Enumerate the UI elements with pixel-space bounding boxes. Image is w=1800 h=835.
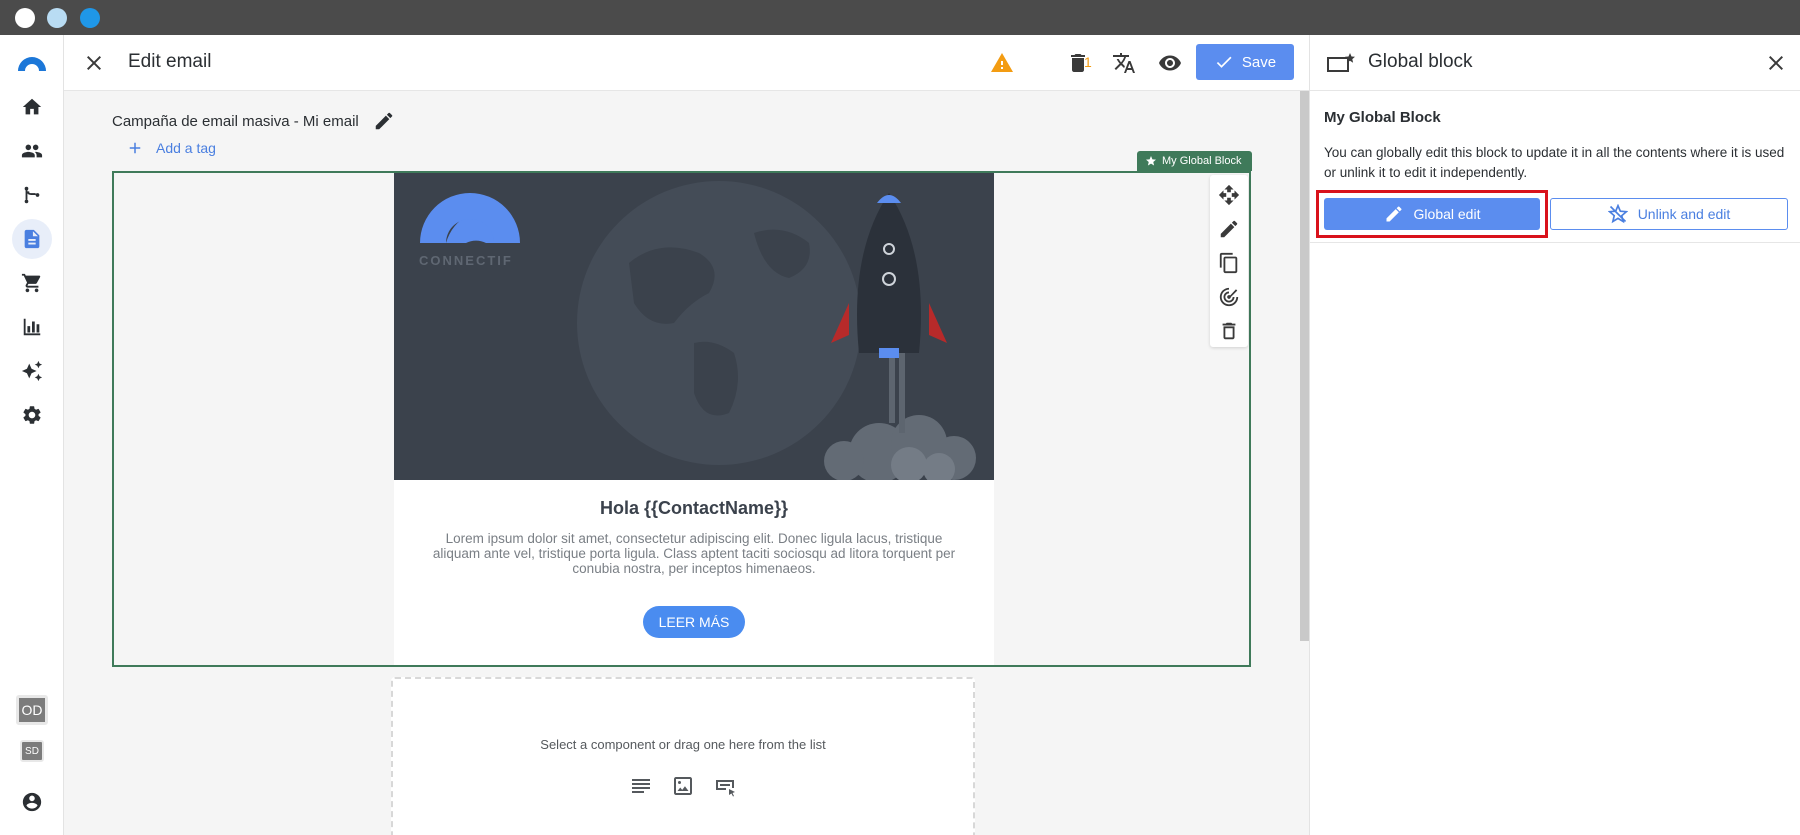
- translate-icon: [1113, 53, 1135, 73]
- email-paragraph: Lorem ipsum dolor sit amet, consectetur …: [432, 531, 956, 576]
- save-button[interactable]: Save: [1196, 44, 1294, 80]
- unlink-star-icon: [1607, 204, 1628, 224]
- preview-button[interactable]: [1156, 49, 1184, 77]
- rail-settings[interactable]: [12, 395, 52, 435]
- email-canvas: Campaña de email masiva - Mi email Add a…: [64, 91, 1309, 835]
- window-titlebar: [0, 0, 1800, 35]
- global-block-tag: My Global Block: [1137, 151, 1252, 171]
- editor-header: Edit email 1 Save: [64, 35, 1309, 91]
- delete-block-button[interactable]: [1217, 319, 1241, 343]
- rail-store[interactable]: [12, 263, 52, 303]
- close-editor-icon[interactable]: [82, 51, 106, 75]
- email-text-section: Hola {{ContactName}} Lorem ipsum dolor s…: [394, 480, 994, 665]
- add-tag-label: Add a tag: [156, 140, 216, 156]
- eye-icon: [1159, 55, 1181, 71]
- add-tag-button[interactable]: Add a tag: [126, 139, 216, 157]
- trash-outline-icon: [1222, 322, 1236, 340]
- rail-contacts[interactable]: [12, 131, 52, 171]
- edit-block-button[interactable]: [1217, 217, 1241, 241]
- button-component-icon[interactable]: [713, 774, 737, 798]
- copy-icon: [1219, 252, 1238, 274]
- warning-icon: [991, 53, 1013, 72]
- gear-icon: [23, 406, 41, 424]
- workflow-icon: [24, 186, 40, 204]
- dropzone-components: [393, 774, 973, 798]
- workspace-badge-od[interactable]: OD: [16, 695, 48, 725]
- rail-home[interactable]: [12, 87, 52, 127]
- trash-icon: [1071, 54, 1085, 72]
- brand-logo-text: CONNECTIF: [419, 253, 513, 268]
- pencil-icon: [1386, 206, 1402, 222]
- image-component-icon[interactable]: [671, 774, 695, 798]
- window-dot-close[interactable]: [15, 8, 35, 28]
- app-logo-icon[interactable]: [16, 51, 48, 73]
- target-icon: [1219, 287, 1239, 307]
- home-icon: [22, 98, 42, 115]
- rail-contents[interactable]: [12, 219, 52, 259]
- read-more-button[interactable]: LEER MÁS: [642, 606, 746, 638]
- unlink-and-edit-button[interactable]: Unlink and edit: [1550, 198, 1788, 230]
- document-icon: [24, 229, 40, 249]
- global-block-icon: [1327, 53, 1355, 72]
- page-title: Edit email: [128, 51, 212, 72]
- hero-image: CONNECTIF: [394, 173, 994, 480]
- rail-ai[interactable]: [12, 351, 52, 391]
- workspace-badge-sd[interactable]: SD: [20, 740, 44, 762]
- hero-illustration: [420, 181, 976, 480]
- panel-divider: [1310, 242, 1800, 243]
- global-block-tag-label: My Global Block: [1162, 155, 1242, 167]
- account-circle-icon: [22, 792, 42, 812]
- check-icon: [1216, 56, 1232, 68]
- dropzone-hint: Select a component or drag one here from…: [540, 737, 826, 752]
- panel-title: Global block: [1368, 51, 1473, 72]
- global-block-description: You can globally edit this block to upda…: [1324, 145, 1785, 180]
- target-block-button[interactable]: [1217, 285, 1241, 309]
- rail-account[interactable]: [12, 782, 52, 822]
- rail-analytics[interactable]: [12, 307, 52, 347]
- campaign-name-text: Campaña de email masiva - Mi email: [112, 112, 359, 130]
- move-block-button[interactable]: [1217, 183, 1241, 207]
- sparkle-icon: [21, 360, 43, 382]
- warnings-button[interactable]: [988, 49, 1016, 77]
- global-block-panel: Global block My Global Block You can glo…: [1309, 35, 1800, 835]
- canvas-scrollbar[interactable]: [1300, 91, 1309, 641]
- bar-chart-icon: [23, 318, 41, 336]
- window-dot-maximize[interactable]: [80, 8, 100, 28]
- delete-email-button[interactable]: [1064, 49, 1092, 77]
- plus-icon: [129, 142, 141, 154]
- save-button-label: Save: [1241, 53, 1277, 71]
- text-component-icon[interactable]: [629, 774, 653, 798]
- rail-workflows[interactable]: [12, 175, 52, 215]
- star-icon: [1146, 156, 1156, 166]
- close-panel-icon[interactable]: [1764, 51, 1788, 75]
- campaign-name: Campaña de email masiva - Mi email: [112, 110, 395, 132]
- global-edit-label: Global edit: [1413, 206, 1481, 222]
- selected-global-block[interactable]: CONNECTIF Hola {{ContactName}} Lorem ips…: [112, 171, 1251, 667]
- component-dropzone[interactable]: Select a component or drag one here from…: [391, 677, 975, 835]
- left-rail: OD SD: [0, 35, 64, 835]
- window-dot-minimize[interactable]: [47, 8, 67, 28]
- block-toolbar: [1210, 175, 1248, 347]
- translate-button[interactable]: [1110, 49, 1138, 77]
- duplicate-block-button[interactable]: [1217, 251, 1241, 275]
- pencil-icon: [1220, 220, 1238, 238]
- panel-header: Global block: [1310, 35, 1800, 91]
- global-edit-button[interactable]: Global edit: [1324, 198, 1540, 230]
- cart-icon: [21, 273, 41, 293]
- move-icon: [1218, 184, 1240, 206]
- unlink-and-edit-label: Unlink and edit: [1637, 206, 1731, 222]
- email-greeting: Hola {{ContactName}}: [599, 498, 789, 518]
- global-block-name: My Global Block: [1324, 109, 1441, 126]
- pencil-icon[interactable]: [373, 110, 395, 132]
- people-icon: [21, 144, 43, 158]
